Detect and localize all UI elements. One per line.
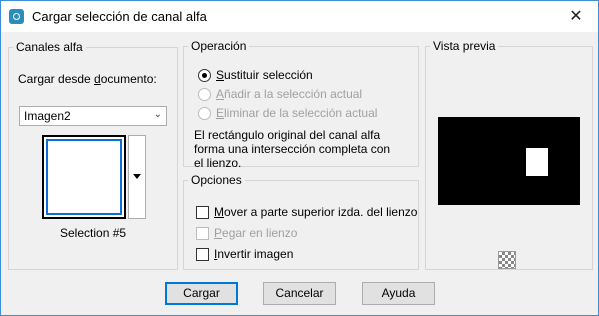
checkbox-pegar-label: Pegar en lienzo (214, 226, 298, 240)
load-from-label: Cargar desde documento: (18, 72, 157, 86)
canales-alfa-group: Canales alfa Cargar desde documento: Ima… (8, 40, 178, 270)
info-line-1: El rectángulo original del canal alfa (194, 128, 381, 142)
preview-canvas (438, 117, 580, 205)
dropdown-arrow-icon (133, 174, 141, 179)
cargar-button[interactable]: Cargar (165, 282, 238, 305)
channel-dropdown-button[interactable] (128, 135, 146, 219)
radio-eliminar-label: Eliminar de la selección actual (216, 106, 378, 120)
radio-anadir[interactable] (198, 88, 211, 101)
document-select-value: Imagen2 (24, 109, 71, 123)
checkbox-invertir-label: Invertir imagen (214, 247, 294, 261)
channel-thumbnail[interactable] (42, 135, 126, 219)
opciones-legend: Opciones (191, 173, 242, 187)
selection-name: Selection #5 (60, 226, 127, 240)
preview-selection (526, 148, 548, 176)
transparency-toggle-icon[interactable] (498, 251, 516, 269)
checkbox-mover-label: Mover a parte superior izda. del lienzo (214, 205, 418, 219)
chevron-down-icon: ⌄ (153, 109, 162, 120)
opciones-group: Opciones Mover a parte superior izda. de… (183, 173, 419, 270)
operacion-legend: Operación (191, 39, 247, 53)
checkbox-mover[interactable] (196, 206, 209, 219)
ayuda-button[interactable]: Ayuda (362, 282, 435, 305)
vista-previa-legend: Vista previa (433, 39, 496, 53)
app-icon (9, 9, 24, 24)
document-select[interactable]: Imagen2 ⌄ (19, 106, 167, 126)
cancelar-button[interactable]: Cancelar (263, 282, 336, 305)
dialog-window: Cargar selección de canal alfa ✕ Canales… (0, 0, 599, 316)
operacion-group: Operación Sustituir selección Añadir a l… (183, 39, 419, 170)
info-line-3: el lienzo. (194, 156, 242, 170)
radio-anadir-label: Añadir a la selección actual (216, 87, 363, 101)
info-line-2: forma una intersección completa con (194, 142, 391, 156)
radio-sustituir-label: Sustituir selección (216, 68, 313, 82)
channel-thumbnail-selected (46, 139, 122, 215)
window-title: Cargar selección de canal alfa (32, 9, 207, 24)
checkbox-pegar[interactable] (196, 227, 209, 240)
title-bar: Cargar selección de canal alfa ✕ (1, 1, 598, 32)
canales-alfa-legend: Canales alfa (16, 40, 83, 54)
vista-previa-group: Vista previa (425, 39, 593, 270)
radio-eliminar[interactable] (198, 107, 211, 120)
radio-sustituir[interactable] (198, 69, 211, 82)
checkbox-invertir[interactable] (196, 248, 209, 261)
close-icon[interactable]: ✕ (554, 1, 598, 32)
